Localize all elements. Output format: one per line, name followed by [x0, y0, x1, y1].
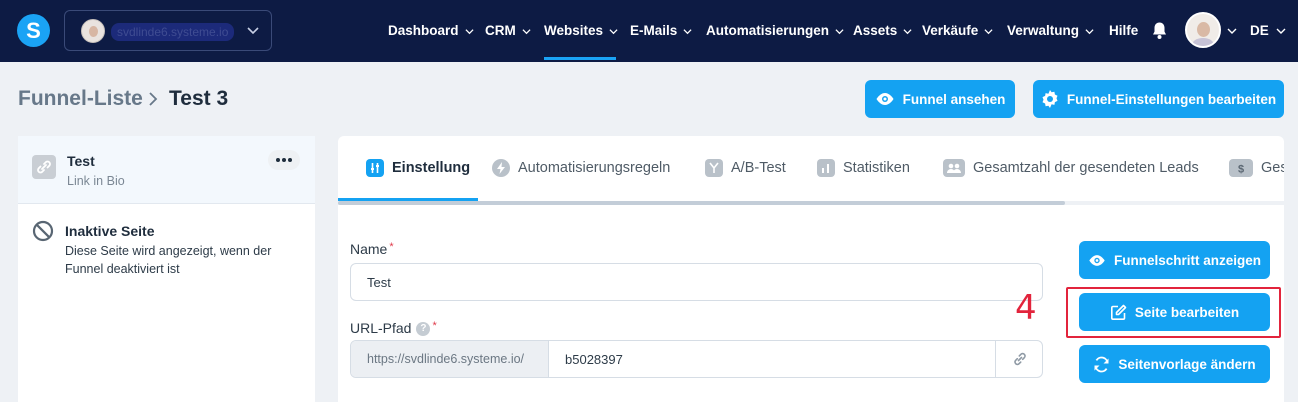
tab-bar: Einstellung Automatisierungsregeln A/B-T… [338, 136, 1284, 204]
nav-crm[interactable]: CRM [485, 0, 531, 62]
view-funnel-button[interactable]: Funnel ansehen [865, 80, 1015, 118]
link-icon [1014, 352, 1026, 366]
language-selector[interactable]: DE [1250, 0, 1269, 62]
url-path-label: URL-Pfad? * [350, 320, 437, 337]
chevron-down-icon [984, 29, 993, 35]
required-mark: * [389, 241, 394, 253]
chevron-down-icon [464, 29, 474, 35]
show-funnel-step-button[interactable]: Funnelschritt anzeigen [1079, 241, 1270, 279]
url-path-input[interactable]: b5028397 [565, 352, 623, 367]
help-icon[interactable]: ? [416, 322, 431, 337]
chevron-down-icon[interactable] [1276, 26, 1286, 36]
inactive-page-description: Diese Seite wird angezeigt, wenn der Fun… [65, 244, 272, 276]
nav-label: CRM [485, 23, 516, 38]
nav-label: E-Mails [630, 23, 678, 38]
tabs-scrollbar-thumb[interactable] [338, 201, 1065, 205]
name-label: Name * [350, 241, 394, 257]
nav-sales[interactable]: Verkäufe [922, 0, 993, 62]
user-avatar[interactable] [1185, 12, 1221, 48]
workspace-name: svdlinde6.systeme.io [111, 23, 235, 41]
name-label-text: Name [350, 241, 388, 257]
eye-icon [1089, 254, 1105, 266]
chevron-down-icon [522, 29, 531, 35]
tab-label: Gesamtzahl der gesendeten Leads [973, 160, 1199, 176]
dollar-icon: $ [1229, 159, 1253, 177]
name-value: Test [367, 275, 391, 290]
bolt-icon [492, 159, 510, 177]
nav-label: Verwaltung [1007, 23, 1080, 38]
chevron-down-icon [683, 29, 692, 35]
annotation-highlight-box [1066, 287, 1281, 338]
funnel-steps-sidebar: Test Link in Bio Inaktive Seite Diese Se… [18, 136, 315, 402]
chevron-down-icon [609, 29, 618, 35]
more-options-icon[interactable] [268, 150, 300, 170]
chevron-down-icon[interactable] [1227, 26, 1237, 36]
inactive-page-title[interactable]: Inaktive Seite [65, 223, 155, 239]
tab-ab-test[interactable]: A/B-Test [705, 136, 786, 200]
chevron-right-icon [149, 92, 158, 106]
tab-label: A/B-Test [731, 160, 786, 176]
step-subtitle: Link in Bio [67, 174, 125, 188]
show-funnel-step-label: Funnelschritt anzeigen [1113, 252, 1262, 268]
nav-label: Hilfe [1109, 23, 1139, 38]
bell-icon[interactable] [1151, 21, 1168, 40]
nav-assets[interactable]: Assets [853, 0, 912, 62]
edit-funnel-settings-label: Funnel-Einstellungen bearbeiten [1066, 91, 1277, 107]
tab-label: Ges [1261, 160, 1284, 176]
workspace-avatar [81, 19, 105, 43]
gear-icon [1042, 90, 1058, 108]
tab-sales[interactable]: $ Ges [1229, 136, 1284, 200]
nav-label: Assets [853, 23, 898, 38]
sliders-icon [366, 159, 384, 177]
name-input[interactable]: Test [350, 263, 1043, 301]
systeme-logo[interactable]: S [17, 14, 50, 47]
tab-label: Automatisierungsregeln [518, 160, 671, 176]
tab-label: Einstellung [392, 160, 471, 176]
nav-label: Automatisierungen [706, 23, 830, 38]
funnel-step-item[interactable]: Test Link in Bio [18, 136, 315, 204]
nav-dashboard[interactable]: Dashboard [388, 0, 474, 62]
change-template-label: Seitenvorlage ändern [1118, 356, 1256, 372]
url-prefix: https://svdlinde6.systeme.io/ [351, 341, 549, 377]
nav-websites[interactable]: Websites [544, 0, 618, 62]
nav-label: Dashboard [388, 23, 459, 38]
step-title: Test [67, 153, 95, 169]
workspace-selector[interactable]: svdlinde6.systeme.io [64, 10, 272, 51]
split-icon [705, 159, 723, 177]
blocked-icon [32, 220, 54, 242]
tab-automation-rules[interactable]: Automatisierungsregeln [492, 136, 670, 200]
chevron-down-icon [247, 27, 259, 35]
breadcrumb-funnel-list[interactable]: Funnel-Liste [18, 87, 143, 111]
svg-text:$: $ [1238, 164, 1244, 175]
tab-settings[interactable]: Einstellung [366, 136, 470, 200]
nav-label: Websites [544, 23, 604, 38]
required-mark: * [432, 320, 437, 332]
people-icon [943, 159, 965, 177]
eye-icon [876, 93, 894, 105]
breadcrumb-current: Test 3 [169, 87, 229, 110]
url-path-group: https://svdlinde6.systeme.io/ b5028397 [350, 340, 1043, 378]
bar-chart-icon [817, 159, 835, 177]
view-funnel-label: Funnel ansehen [902, 91, 1006, 107]
url-label-text: URL-Pfad [350, 320, 412, 336]
copy-link-button[interactable] [995, 341, 1042, 377]
edit-funnel-settings-button[interactable]: Funnel-Einstellungen bearbeiten [1033, 80, 1284, 118]
nav-label: Verkäufe [922, 23, 979, 38]
nav-help[interactable]: Hilfe [1109, 0, 1138, 62]
tab-label: Statistiken [843, 160, 910, 176]
top-navbar: S svdlinde6.systeme.io Dashboard CRM Web… [0, 0, 1298, 62]
refresh-icon [1094, 356, 1109, 372]
tab-statistics[interactable]: Statistiken [817, 136, 910, 200]
nav-automations[interactable]: Automatisierungen [706, 0, 844, 62]
nav-admin[interactable]: Verwaltung [1007, 0, 1094, 62]
chevron-down-icon [903, 29, 912, 35]
nav-emails[interactable]: E-Mails [630, 0, 692, 62]
change-template-button[interactable]: Seitenvorlage ändern [1079, 345, 1270, 383]
link-icon [32, 155, 56, 179]
tab-total-leads-sent[interactable]: Gesamtzahl der gesendeten Leads [943, 136, 1199, 200]
annotation-step-number: 4 [1015, 288, 1037, 328]
chevron-down-icon [835, 29, 844, 35]
chevron-down-icon [1085, 29, 1094, 35]
